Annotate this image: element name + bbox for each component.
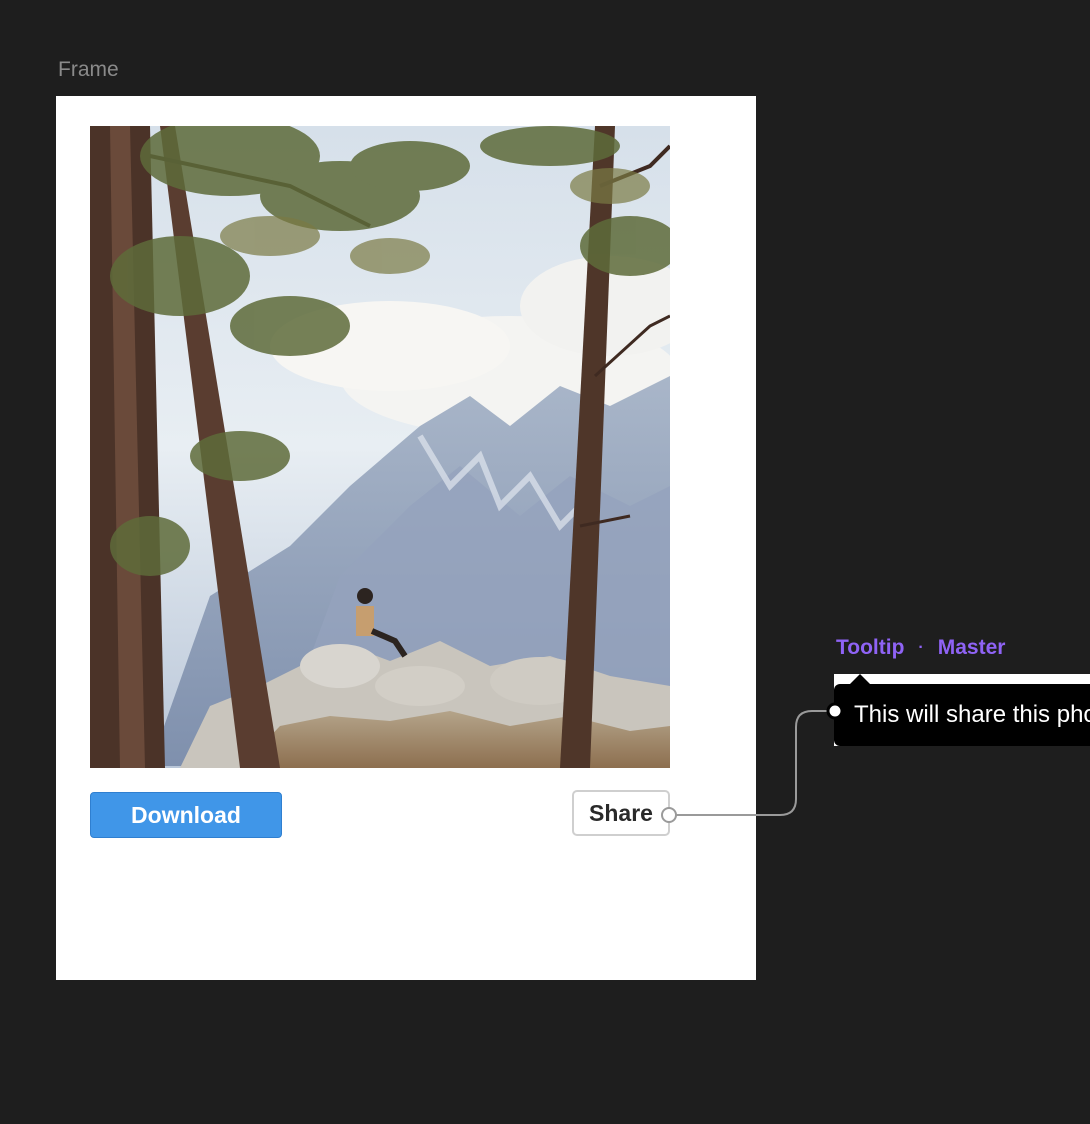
- download-button[interactable]: Download: [90, 792, 282, 838]
- mountain-photo: [90, 126, 670, 768]
- tooltip-bubble: This will share this photo: [834, 684, 1090, 746]
- label-separator: ·: [918, 639, 924, 656]
- photo-image-icon: [90, 126, 670, 768]
- design-canvas: Frame Download Share Tooltip · Master Th…: [0, 0, 1090, 1124]
- component-name: Tooltip: [836, 636, 905, 659]
- component-label[interactable]: Tooltip · Master: [836, 636, 1005, 660]
- frame[interactable]: Download Share: [56, 96, 756, 980]
- share-button[interactable]: Share: [572, 790, 670, 836]
- tooltip-master-frame[interactable]: This will share this photo: [834, 674, 1090, 746]
- tooltip-arrow-icon: [850, 674, 870, 684]
- tooltip-text: This will share this photo: [854, 701, 1090, 728]
- component-variant: Master: [937, 636, 1006, 659]
- frame-name-label[interactable]: Frame: [58, 58, 119, 82]
